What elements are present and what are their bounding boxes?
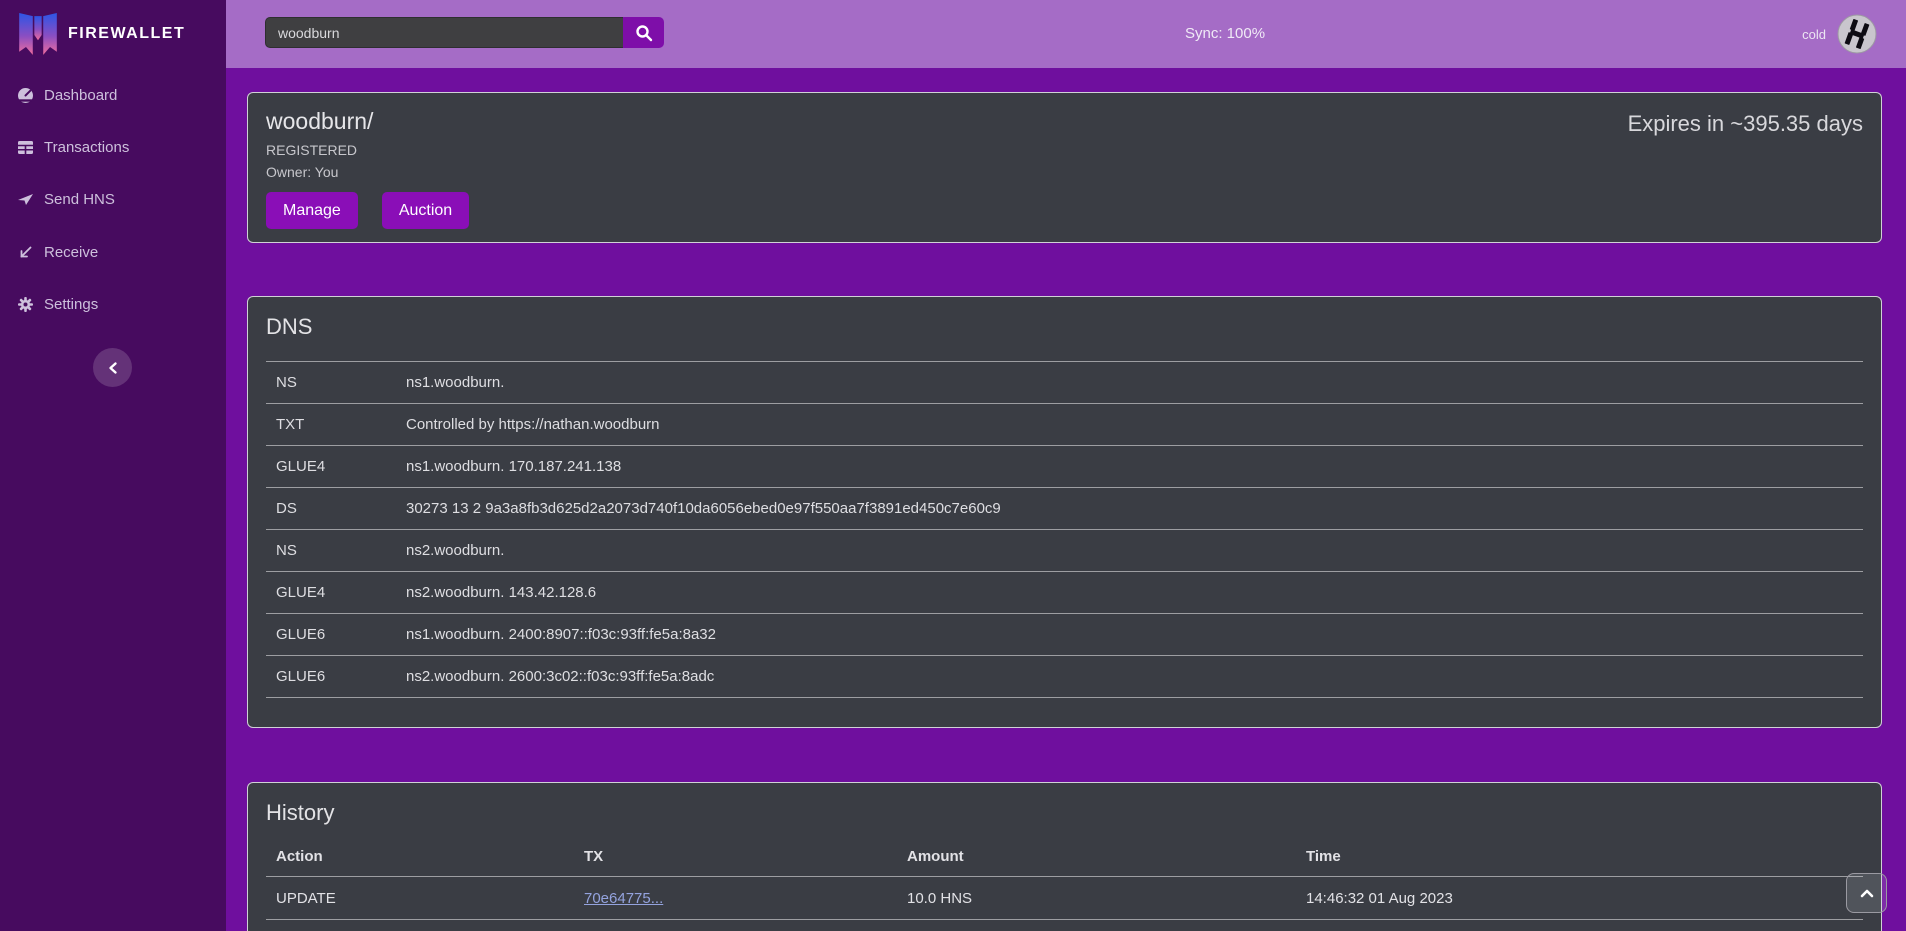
sidebar-item-send-hns[interactable]: Send HNS	[0, 174, 226, 226]
search-button[interactable]	[623, 17, 664, 48]
dns-card: DNS NS ns1.woodburn. TXT Controlled by h…	[247, 296, 1882, 728]
manage-button[interactable]: Manage	[266, 192, 358, 229]
sidebar-item-transactions[interactable]: Transactions	[0, 121, 226, 173]
dns-row: NS ns2.woodburn.	[266, 529, 1863, 571]
history-action: UPDATE	[266, 890, 574, 907]
dns-record-type: NS	[266, 374, 406, 391]
wallet-name: cold	[1802, 27, 1826, 42]
dns-record-type: DS	[266, 500, 406, 517]
dns-record-type: NS	[266, 542, 406, 559]
sidebar: FIREWALLET Dashboard	[0, 0, 226, 931]
history-time: 14:46:32 01 Aug 2023	[1296, 890, 1863, 907]
column-header-time: Time	[1296, 848, 1863, 865]
domain-card: woodburn/ REGISTERED Owner: You Manage A…	[247, 92, 1882, 243]
domain-expiry: Expires in ~395.35 days	[1628, 111, 1863, 137]
dns-row: NS ns1.woodburn.	[266, 361, 1863, 403]
history-header-row: Action TX Amount Time	[266, 836, 1863, 876]
topbar: Sync: 100% cold	[226, 0, 1906, 68]
sidebar-item-settings[interactable]: Settings	[0, 279, 226, 331]
dns-record-value: ns1.woodburn.	[406, 374, 1863, 391]
history-amount: 10.0 HNS	[897, 890, 1296, 907]
paper-plane-icon	[17, 191, 34, 208]
brand-header[interactable]: FIREWALLET	[0, 0, 226, 68]
dns-record-type: TXT	[266, 416, 406, 433]
search-icon	[635, 24, 653, 42]
dns-row: GLUE4 ns1.woodburn. 170.187.241.138	[266, 445, 1863, 487]
firewallet-app: FIREWALLET Dashboard	[0, 0, 1906, 931]
history-table: Action TX Amount Time UPDATE 70e64775...…	[266, 836, 1863, 931]
dns-record-type: GLUE4	[266, 584, 406, 601]
sidebar-item-label: Receive	[44, 244, 98, 261]
scroll-to-top-button[interactable]	[1846, 873, 1887, 913]
column-header-action: Action	[266, 848, 574, 865]
sidebar-collapse-button[interactable]	[93, 348, 132, 387]
search-input[interactable]	[265, 17, 623, 48]
sidebar-item-label: Dashboard	[44, 87, 117, 104]
main-area: Sync: 100% cold woodburn/	[226, 0, 1906, 931]
arrow-down-left-icon	[17, 244, 34, 261]
sidebar-nav: Dashboard Transactions Send HNS	[0, 69, 226, 331]
domain-name: woodburn/	[266, 93, 1863, 135]
domain-owner: Owner: You	[266, 164, 1863, 180]
dns-row: DS 30273 13 2 9a3a8fb3d625d2a2073d740f10…	[266, 487, 1863, 529]
history-card: History Action TX Amount Time UPDATE 70e…	[247, 782, 1882, 931]
dns-record-type: GLUE4	[266, 458, 406, 475]
dns-record-value: ns2.woodburn. 2600:3c02::f03c:93ff:fe5a:…	[406, 668, 1863, 685]
chevron-left-icon	[107, 361, 119, 375]
table-row: RENEW d7b64c4... 10.0 HNS 15:47:06 07 Fe…	[266, 919, 1863, 931]
history-title: History	[266, 783, 1863, 826]
table-icon	[17, 139, 34, 156]
dns-title: DNS	[266, 297, 1863, 340]
dns-record-value: ns2.woodburn.	[406, 542, 1863, 559]
dns-record-value: ns1.woodburn. 170.187.241.138	[406, 458, 1863, 475]
dns-record-value: ns1.woodburn. 2400:8907::f03c:93ff:fe5a:…	[406, 626, 1863, 643]
column-header-tx: TX	[574, 848, 897, 865]
sidebar-item-dashboard[interactable]: Dashboard	[0, 69, 226, 121]
search-group	[265, 17, 664, 48]
dns-record-value: ns2.woodburn. 143.42.128.6	[406, 584, 1863, 601]
dns-record-value: Controlled by https://nathan.woodburn	[406, 416, 1863, 433]
dns-record-value: 30273 13 2 9a3a8fb3d625d2a2073d740f10da6…	[406, 500, 1863, 517]
table-row: UPDATE 70e64775... 10.0 HNS 14:46:32 01 …	[266, 876, 1863, 919]
dns-table: NS ns1.woodburn. TXT Controlled by https…	[266, 361, 1863, 698]
firewallet-logo-icon	[17, 12, 59, 58]
auction-button[interactable]: Auction	[382, 192, 469, 229]
domain-status: REGISTERED	[266, 142, 1863, 158]
domain-actions: Manage Auction	[266, 192, 1863, 229]
sidebar-item-label: Transactions	[44, 139, 129, 156]
brand-name: FIREWALLET	[68, 25, 185, 43]
tx-link[interactable]: 70e64775...	[584, 890, 663, 907]
column-header-amount: Amount	[897, 848, 1296, 865]
handshake-logo-icon	[1837, 14, 1877, 54]
gauge-icon	[17, 87, 34, 104]
sidebar-item-receive[interactable]: Receive	[0, 226, 226, 278]
dns-row: TXT Controlled by https://nathan.woodbur…	[266, 403, 1863, 445]
gear-icon	[17, 296, 34, 313]
sync-status: Sync: 100%	[1185, 0, 1265, 68]
chevron-up-icon	[1860, 889, 1874, 898]
dns-row: GLUE4 ns2.woodburn. 143.42.128.6	[266, 571, 1863, 613]
dns-row: GLUE6 ns1.woodburn. 2400:8907::f03c:93ff…	[266, 613, 1863, 655]
wallet-selector[interactable]: cold	[1802, 0, 1877, 68]
dns-record-type: GLUE6	[266, 668, 406, 685]
sidebar-item-label: Send HNS	[44, 191, 115, 208]
dns-record-type: GLUE6	[266, 626, 406, 643]
sidebar-item-label: Settings	[44, 296, 98, 313]
dns-row: GLUE6 ns2.woodburn. 2600:3c02::f03c:93ff…	[266, 655, 1863, 697]
page-content: woodburn/ REGISTERED Owner: You Manage A…	[226, 68, 1906, 931]
